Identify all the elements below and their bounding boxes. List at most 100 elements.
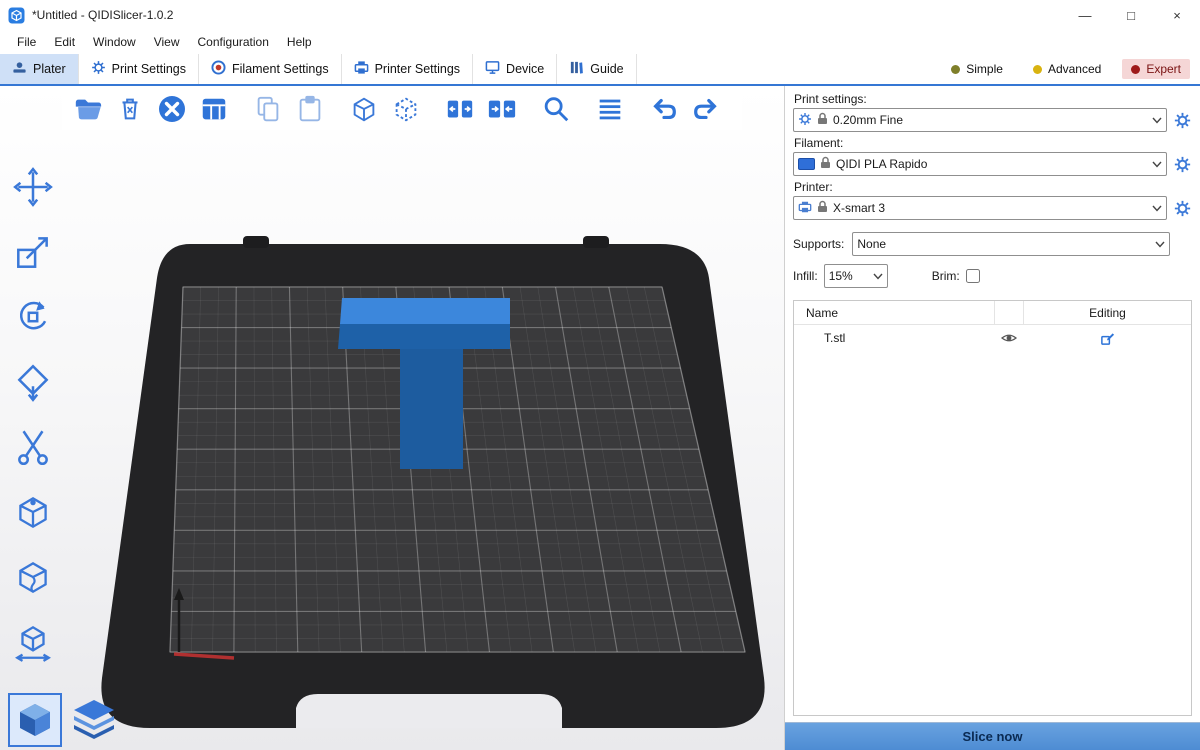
preview-view-button[interactable] [67,693,121,747]
delete-icon[interactable] [114,93,146,125]
place-on-face-tool-icon[interactable] [10,359,56,405]
column-editing: Editing [1024,306,1191,320]
view-switcher [8,693,121,747]
object-list-header: Name Editing [794,301,1191,325]
print-settings-value: 0.20mm Fine [833,113,1147,127]
scale-tool-icon[interactable] [10,229,56,275]
tab-guide[interactable]: Guide [557,54,636,84]
close-button[interactable]: × [1154,0,1200,30]
add-instance-icon[interactable] [348,93,380,125]
mode-advanced[interactable]: Advanced [1024,59,1110,79]
printer-gear-button[interactable] [1173,199,1192,218]
menu-file[interactable]: File [8,32,45,52]
window-title: *Untitled - QIDISlicer-1.0.2 [32,8,173,22]
menu-edit[interactable]: Edit [45,32,84,52]
printer-label: Printer: [794,180,1191,194]
scene-canvas[interactable] [0,86,784,750]
measure-tool-icon[interactable] [10,619,56,665]
tab-print-settings[interactable]: Print Settings [79,54,199,84]
settings-sidebar: Print settings: 0.20mm Fine Filament: QI… [784,86,1200,750]
eye-icon[interactable] [994,325,1024,351]
object-list: Name Editing T.stl [793,300,1192,716]
remove-instance-icon[interactable] [390,93,422,125]
object-list-empty-area [794,351,1191,715]
editor-view-button[interactable] [8,693,62,747]
tab-plater[interactable]: Plater [0,54,79,84]
chevron-down-icon [873,269,883,283]
maximize-button[interactable]: □ [1108,0,1154,30]
minimize-button[interactable]: — [1062,0,1108,30]
menu-configuration[interactable]: Configuration [189,32,278,52]
mode-expert[interactable]: Expert [1122,59,1190,79]
plater-toolbar [62,88,742,130]
object-row-t-stl[interactable]: T.stl [794,325,1191,351]
editor-cube-icon [15,699,55,742]
object-name: T.stl [794,331,994,345]
tab-printer-settings[interactable]: Printer Settings [342,54,473,84]
search-icon[interactable] [540,93,572,125]
plater-icon [12,60,27,78]
tab-filament-settings[interactable]: Filament Settings [199,54,342,84]
menu-window[interactable]: Window [84,32,145,52]
filament-settings-icon [211,60,226,78]
filament-label: Filament: [794,136,1191,150]
variable-layer-height-icon[interactable] [594,93,626,125]
move-tool-icon[interactable] [10,164,56,210]
preview-layers-icon [70,698,118,743]
print-settings-combo[interactable]: 0.20mm Fine [793,108,1167,132]
column-name: Name [794,306,994,320]
column-visibility [994,301,1024,324]
mode-switcher: Simple Advanced Expert [942,54,1200,84]
gizmo-toolbar [10,164,56,665]
split-to-objects-icon[interactable] [444,93,476,125]
open-project-icon[interactable] [72,93,104,125]
chevron-down-icon [1155,237,1165,251]
infill-value: 15% [829,269,868,283]
supports-value: None [857,237,1150,251]
menu-help[interactable]: Help [278,32,321,52]
title-bar: *Untitled - QIDISlicer-1.0.2 — □ × [0,0,1200,30]
delete-all-icon[interactable] [156,93,188,125]
menu-view[interactable]: View [145,32,189,52]
supports-combo[interactable]: None [852,232,1170,256]
undo-icon[interactable] [648,93,680,125]
chevron-down-icon [1152,201,1162,215]
split-to-parts-icon[interactable] [486,93,518,125]
printer-settings-icon [354,60,369,78]
tab-bar: Plater Print Settings Filament Settings … [0,54,1200,86]
simple-mode-dot-icon [951,65,960,74]
app-icon [8,7,25,24]
filament-value: QIDI PLA Rapido [836,157,1147,171]
cut-tool-icon[interactable] [10,424,56,470]
paste-icon[interactable] [294,93,326,125]
brim-label: Brim: [932,269,960,283]
brim-checkbox[interactable] [966,269,980,283]
advanced-mode-dot-icon [1033,65,1042,74]
filament-combo[interactable]: QIDI PLA Rapido [793,152,1167,176]
printer-combo[interactable]: X-smart 3 [793,196,1167,220]
paint-supports-tool-icon[interactable] [10,489,56,535]
filament-gear-button[interactable] [1173,155,1192,174]
printer-icon [798,200,812,217]
print-settings-label: Print settings: [794,92,1191,106]
menu-bar: File Edit Window View Configuration Help [0,30,1200,54]
supports-label: Supports: [793,237,844,251]
infill-combo[interactable]: 15% [824,264,888,288]
seam-painting-tool-icon[interactable] [10,554,56,600]
guide-icon [569,60,584,78]
lock-icon [817,200,828,216]
infill-label: Infill: [793,269,818,283]
print-settings-gear-button[interactable] [1173,111,1192,130]
arrange-icon[interactable] [198,93,230,125]
print-settings-icon [91,60,106,78]
chevron-down-icon [1152,157,1162,171]
slice-now-button[interactable]: Slice now [785,722,1200,750]
edit-object-icon[interactable] [1024,331,1191,346]
viewport-3d[interactable] [0,86,784,750]
filament-color-swatch [798,158,815,170]
tab-device[interactable]: Device [473,54,557,84]
copy-icon[interactable] [252,93,284,125]
rotate-tool-icon[interactable] [10,294,56,340]
mode-simple[interactable]: Simple [942,59,1012,79]
redo-icon[interactable] [690,93,722,125]
